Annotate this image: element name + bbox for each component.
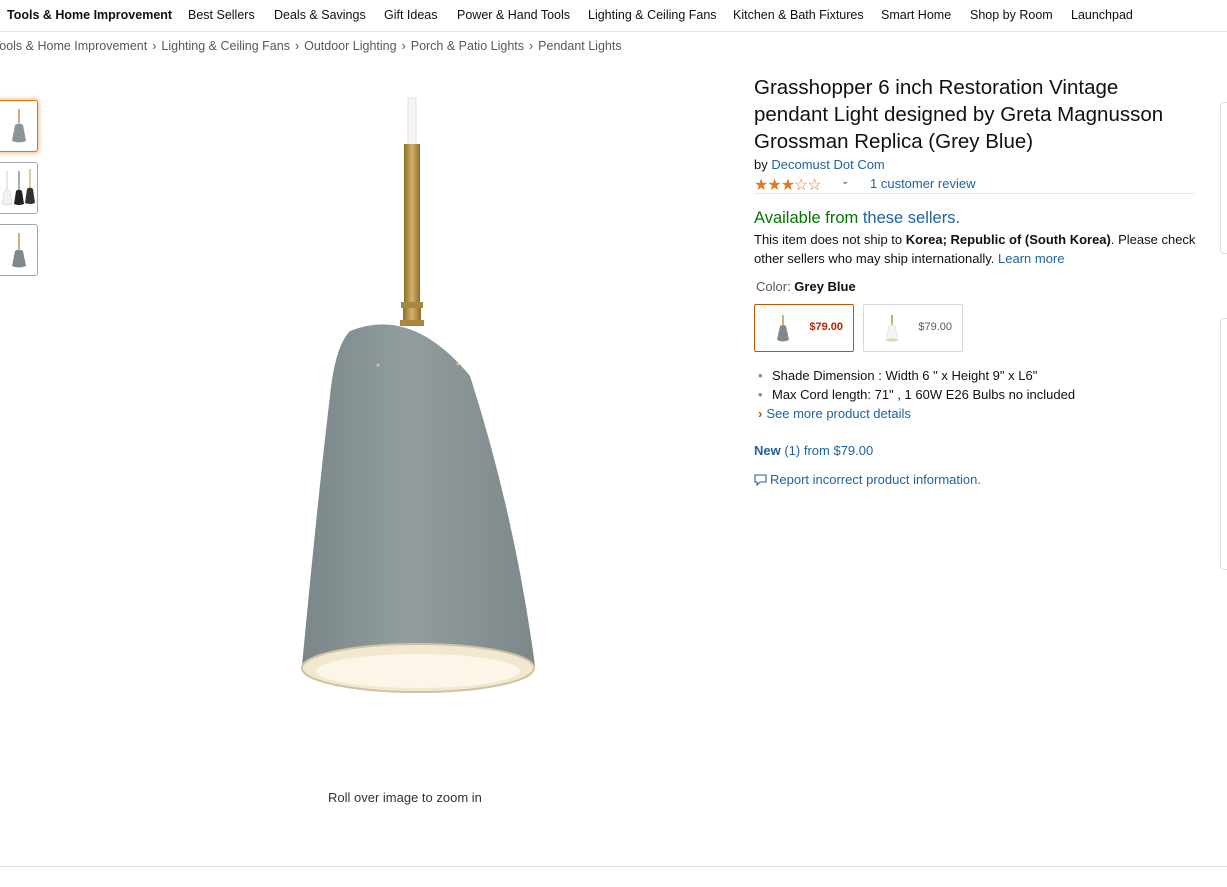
- availability: Available from these sellers.: [754, 209, 960, 228]
- color-value: Grey Blue: [794, 279, 856, 294]
- offers-link[interactable]: New (1) from $79.00: [754, 443, 873, 458]
- pendant-lamp-thumbnail-image: [12, 109, 26, 143]
- star-filled-icon: ★: [754, 177, 768, 194]
- shipping-notice: This item does not ship to Korea; Republ…: [754, 230, 1199, 268]
- nav-item-shop-by-room[interactable]: Shop by Room: [970, 8, 1053, 22]
- breadcrumb-item[interactable]: Lighting & Ceiling Fans: [161, 39, 290, 53]
- swatch-price: $79.00: [918, 321, 952, 333]
- pendant-lamp-thumbnail-image: [12, 233, 26, 268]
- nav-item-power-hand-tools[interactable]: Power & Hand Tools: [457, 8, 570, 22]
- nav-item-lighting-ceiling-fans[interactable]: Lighting & Ceiling Fans: [588, 8, 717, 22]
- learn-more-link[interactable]: Learn more: [998, 251, 1064, 266]
- side-panel-edge: [1220, 318, 1227, 570]
- offers-count-price: (1) from $79.00: [780, 443, 874, 458]
- color-swatch-grey-blue[interactable]: $79.00: [754, 304, 854, 352]
- color-swatch-white[interactable]: $79.00: [863, 304, 963, 352]
- these-sellers-link[interactable]: these sellers.: [863, 209, 960, 227]
- rating-row: ★★★☆☆ ⌄ 1 customer review: [754, 175, 1194, 195]
- star-empty-icon: ☆: [807, 177, 821, 194]
- nav-item-deals-savings[interactable]: Deals & Savings: [274, 8, 366, 22]
- availability-text: Available from: [754, 209, 863, 227]
- speech-bubble-icon: [754, 474, 767, 487]
- category-nav: Tools & Home Improvement Best Sellers De…: [0, 0, 1227, 32]
- report-incorrect-info[interactable]: Report incorrect product information.: [754, 472, 981, 487]
- nav-item-smart-home[interactable]: Smart Home: [881, 8, 951, 22]
- breadcrumb-separator: ›: [152, 39, 157, 53]
- customer-review-link[interactable]: 1 customer review: [870, 176, 975, 191]
- feature-bullet: Max Cord length: 71" , 1 60W E26 Bulbs n…: [754, 385, 1075, 404]
- ship-country: Korea; Republic of (South Korea): [905, 232, 1111, 247]
- breadcrumb: Tools & Home Improvement › Lighting & Ceil…: [0, 39, 622, 53]
- color-label-text: Color:: [756, 279, 795, 294]
- nav-item-launchpad[interactable]: Launchpad: [1071, 8, 1133, 22]
- side-panel-edge: [1220, 102, 1227, 254]
- chevron-right-icon: ›: [758, 406, 763, 421]
- swatch-price: $79.00: [809, 321, 843, 333]
- ship-text: This item does not ship to: [754, 232, 906, 247]
- brand-link[interactable]: Decomust Dot Com: [771, 157, 884, 172]
- color-label: Color: Grey Blue: [756, 279, 856, 294]
- nav-item-tools-home-improvement[interactable]: Tools & Home Improvement: [7, 8, 172, 22]
- product-title: Grasshopper 6 inch Restoration Vintage p…: [754, 76, 1164, 153]
- nav-item-gift-ideas[interactable]: Gift Ideas: [384, 8, 438, 22]
- star-filled-icon: ★: [780, 177, 795, 194]
- section-divider: [0, 866, 1227, 867]
- offers-new-label: New: [754, 443, 781, 458]
- star-rating[interactable]: ★★★☆☆: [754, 175, 822, 195]
- feature-bullet: Shade Dimension : Width 6 " x Height 9" …: [754, 366, 1075, 385]
- see-more-details[interactable]: › See more product details: [758, 406, 911, 421]
- pendant-lamps-group-thumbnail-image: [1, 169, 35, 206]
- zoom-hint: Roll over image to zoom in: [328, 790, 482, 805]
- breadcrumb-item[interactable]: Tools & Home Improvement: [0, 39, 147, 53]
- divider: [754, 193, 1195, 194]
- thumbnail-1[interactable]: [0, 100, 38, 152]
- report-link-text: Report incorrect product information.: [770, 472, 981, 487]
- breadcrumb-item[interactable]: Pendant Lights: [538, 39, 621, 53]
- thumbnail-3[interactable]: [0, 224, 38, 276]
- nav-item-kitchen-bath-fixtures[interactable]: Kitchen & Bath Fixtures: [733, 8, 864, 22]
- breadcrumb-separator: ›: [529, 39, 534, 53]
- breadcrumb-separator: ›: [294, 39, 300, 53]
- grey-pendant-swatch-icon: [777, 315, 789, 342]
- nav-item-best-sellers[interactable]: Best Sellers: [188, 8, 255, 22]
- see-more-link[interactable]: See more product details: [766, 406, 911, 421]
- star-filled-icon: ★: [767, 177, 781, 194]
- thumbnail-2[interactable]: [0, 162, 38, 214]
- breadcrumb-item[interactable]: Outdoor Lighting: [304, 39, 396, 53]
- byline: by Decomust Dot Com: [754, 157, 885, 172]
- white-pendant-swatch-icon: [885, 315, 899, 342]
- pendant-lamp-image: [301, 97, 535, 693]
- feature-bullets: Shade Dimension : Width 6 " x Height 9" …: [754, 366, 1075, 404]
- chevron-down-icon[interactable]: ⌄: [841, 176, 849, 187]
- star-empty-icon: ☆: [794, 177, 808, 194]
- breadcrumb-item[interactable]: Porch & Patio Lights: [411, 39, 524, 53]
- byline-prefix: by: [754, 157, 772, 172]
- breadcrumb-separator: ›: [401, 39, 406, 53]
- main-product-image[interactable]: [290, 96, 550, 706]
